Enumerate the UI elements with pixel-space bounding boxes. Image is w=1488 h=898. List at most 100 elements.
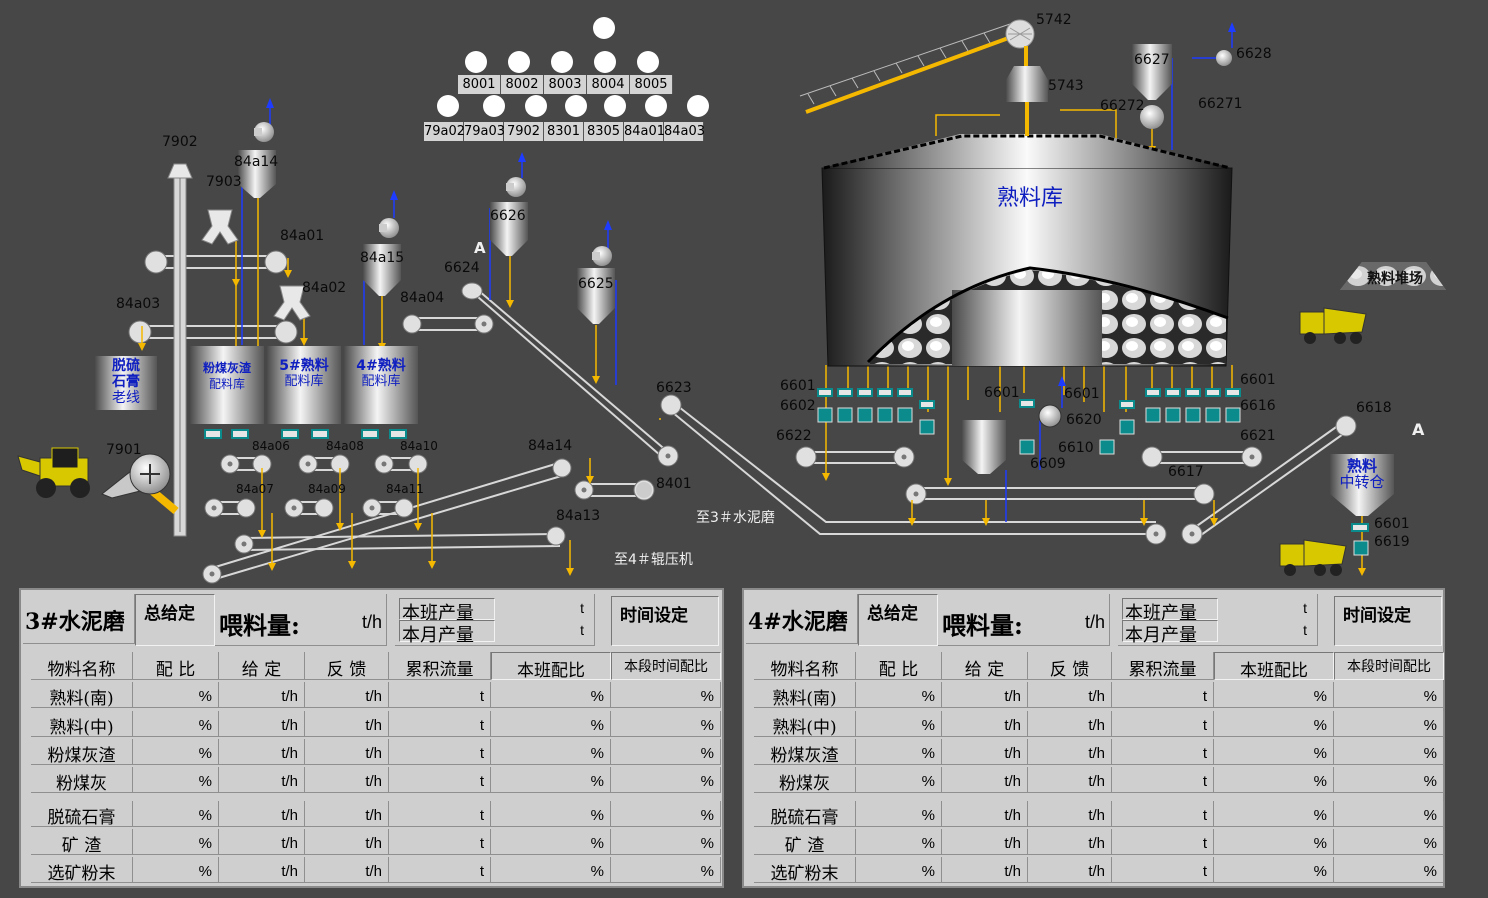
col-header-label: 给 定 bbox=[964, 660, 1005, 680]
clinker-store-label[interactable]: 熟料库 bbox=[960, 180, 1100, 212]
unit-label: % bbox=[921, 807, 935, 824]
time-setting-button[interactable]: 时间设定 bbox=[1334, 596, 1442, 646]
accum-flow-value: t bbox=[1112, 801, 1214, 827]
unit-label: % bbox=[921, 688, 935, 705]
period-ratio-value: % bbox=[611, 739, 721, 765]
ratio-input[interactable]: % bbox=[856, 829, 942, 855]
material-name-cell: 熟料(南) bbox=[754, 682, 856, 709]
bin-label[interactable]: 79a03 bbox=[464, 122, 505, 141]
total-set-button[interactable]: 总给定 bbox=[135, 594, 215, 646]
ratio-input[interactable]: % bbox=[856, 682, 942, 708]
setpoint-value: t/h bbox=[942, 801, 1028, 827]
tag-84a09: 84a09 bbox=[308, 482, 346, 496]
tag-6617: 6617 bbox=[1168, 464, 1204, 480]
inclined-conveyor bbox=[799, 19, 1048, 136]
ratio-input[interactable]: % bbox=[133, 857, 219, 883]
col-header-label: 本段时间配比 bbox=[624, 659, 708, 675]
shift-output-box: 本班产量 bbox=[399, 598, 495, 624]
ratio-input[interactable]: % bbox=[133, 739, 219, 765]
setpoint-value: t/h bbox=[219, 801, 305, 827]
ratio-input[interactable]: % bbox=[133, 711, 219, 737]
period-ratio-value: % bbox=[1334, 767, 1444, 793]
period-ratio-value: % bbox=[611, 857, 721, 883]
ratio-input[interactable]: % bbox=[133, 682, 219, 708]
tag-84a11: 84a11 bbox=[386, 482, 424, 496]
ratio-input[interactable]: % bbox=[133, 829, 219, 855]
material-name: 熟料(南) bbox=[49, 689, 114, 709]
tag-6623: 6623 bbox=[656, 380, 692, 396]
ratio-input[interactable]: % bbox=[856, 739, 942, 765]
unit-label: % bbox=[590, 863, 604, 880]
bin-label[interactable]: 8004 bbox=[587, 75, 630, 94]
ratio-input[interactable]: % bbox=[856, 711, 942, 737]
setpoint-value: t/h bbox=[219, 857, 305, 883]
bin-label[interactable]: 8001 bbox=[458, 75, 501, 94]
period-ratio-value: % bbox=[1334, 857, 1444, 883]
silo-clinker-5[interactable]: 5#熟料 配料库 bbox=[267, 358, 341, 390]
silo-flyash-slag[interactable]: 粉煤灰渣 配料库 bbox=[190, 360, 264, 392]
feedback-value: t/h bbox=[1028, 829, 1112, 855]
ratio-input[interactable]: % bbox=[133, 801, 219, 827]
total-set-button[interactable]: 总给定 bbox=[858, 594, 938, 646]
silo-label-line1: 5#熟料 bbox=[279, 358, 329, 374]
mill-title: 3#水泥磨 bbox=[23, 594, 135, 644]
feed-rate-unit: t/h bbox=[361, 612, 382, 632]
mill-title: 4#水泥磨 bbox=[746, 594, 858, 644]
unit-label: % bbox=[921, 835, 935, 852]
output-display: 本班产量 本月产量 t t bbox=[1118, 594, 1318, 646]
bin-label[interactable]: 7902 bbox=[504, 122, 544, 141]
mill-3-panel: 3#水泥磨 总给定 喂料量: t/h 本班产量 本月产量 t t 时间设定 物料名称配 比给 定反… bbox=[19, 588, 724, 888]
bin-label[interactable]: 84a01 bbox=[624, 122, 665, 141]
unit-label: % bbox=[1313, 835, 1327, 852]
material-name: 矿 渣 bbox=[784, 836, 825, 856]
time-setting-button[interactable]: 时间设定 bbox=[611, 596, 719, 646]
period-ratio-value: % bbox=[611, 682, 721, 708]
ratio-input[interactable]: % bbox=[856, 801, 942, 827]
unit-label: t/h bbox=[281, 835, 298, 852]
feedback-value: t/h bbox=[1028, 739, 1112, 765]
bin-label[interactable]: 79a02 bbox=[424, 122, 465, 141]
clinker-transfer-bin-label[interactable]: 熟料 中转仓 bbox=[1330, 458, 1394, 490]
material-name-cell: 熟料(中) bbox=[754, 711, 856, 738]
tag-6609: 6609 bbox=[1030, 456, 1066, 472]
material-name: 熟料(南) bbox=[772, 689, 837, 709]
accum-flow-value: t bbox=[389, 801, 491, 827]
ratio-input[interactable]: % bbox=[133, 767, 219, 793]
material-name: 熟料(中) bbox=[49, 718, 114, 738]
unit-label: % bbox=[921, 863, 935, 880]
tag-5743: 5743 bbox=[1048, 78, 1084, 94]
unit-label: % bbox=[700, 688, 714, 705]
tag-7901: 7901 bbox=[106, 442, 142, 458]
accum-flow-value: t bbox=[1112, 829, 1214, 855]
unit-label: % bbox=[1313, 863, 1327, 880]
silo-clinker-4[interactable]: 4#熟料 配料库 bbox=[344, 358, 418, 390]
bin-label[interactable]: 84a03 bbox=[664, 122, 705, 141]
bin-label[interactable]: 8003 bbox=[544, 75, 587, 94]
tag-66271: 66271 bbox=[1198, 96, 1243, 112]
tag-6619: 6619 bbox=[1374, 534, 1410, 550]
shift-output-unit: t bbox=[580, 600, 584, 616]
accum-flow-value: t bbox=[1112, 682, 1214, 708]
setpoint-value: t/h bbox=[219, 682, 305, 708]
clinker-yard-label[interactable]: 熟料堆场 bbox=[1350, 268, 1440, 288]
accum-flow-value: t bbox=[389, 739, 491, 765]
tag-6620: 6620 bbox=[1066, 412, 1102, 428]
silo-desulf-gypsum[interactable]: 脱硫 石膏 老线 bbox=[95, 358, 157, 406]
bin-label[interactable]: 8305 bbox=[584, 122, 624, 141]
time-setting-label: 时间设定 bbox=[620, 606, 688, 626]
bin-label[interactable]: 8005 bbox=[630, 75, 673, 94]
bin-label[interactable]: 8002 bbox=[501, 75, 544, 94]
accum-flow-value: t bbox=[1112, 767, 1214, 793]
ratio-input[interactable]: % bbox=[856, 857, 942, 883]
bin-label[interactable]: 8301 bbox=[544, 122, 584, 141]
tag-6627: 6627 bbox=[1134, 52, 1170, 68]
unit-label: % bbox=[1423, 717, 1437, 734]
transfer-bin-line1: 熟料 bbox=[1346, 457, 1377, 475]
time-setting-label: 时间设定 bbox=[1343, 606, 1411, 626]
ratio-input[interactable]: % bbox=[856, 767, 942, 793]
tag-84a14-belt: 84a14 bbox=[528, 438, 573, 454]
col-header: 本段时间配比 bbox=[611, 652, 721, 680]
unit-label: t/h bbox=[1088, 745, 1105, 762]
unit-label: % bbox=[700, 835, 714, 852]
splitters bbox=[201, 209, 311, 321]
